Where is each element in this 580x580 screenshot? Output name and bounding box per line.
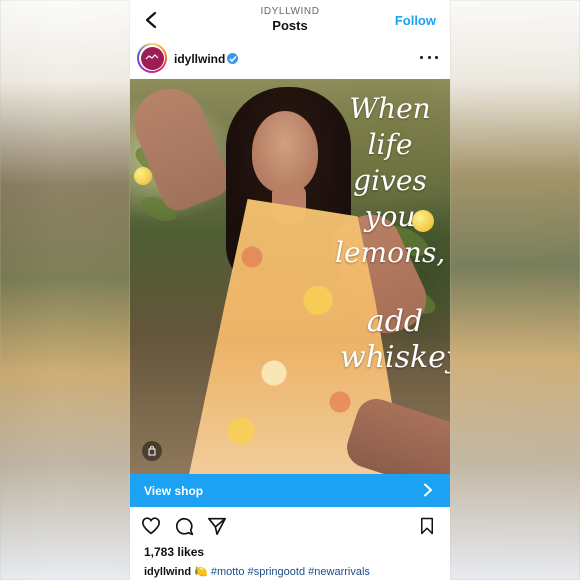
share-icon[interactable]: [206, 515, 228, 537]
back-arrow-icon[interactable]: [140, 9, 162, 31]
post-actions: [130, 513, 450, 541]
overlay-text-bottom: add whiskey.: [340, 304, 450, 375]
overlay-text-top: When life gives you lemons,: [335, 92, 446, 269]
follow-button[interactable]: Follow: [395, 13, 436, 28]
background-left: [0, 0, 130, 580]
hashtag-newarrivals[interactable]: #newarrivals: [308, 566, 370, 578]
model-face: [252, 111, 318, 193]
comment-icon[interactable]: [173, 515, 195, 537]
chevron-right-icon: [420, 482, 436, 498]
hashtag-springootd[interactable]: #springootd: [248, 566, 306, 578]
lemon-decor: [134, 167, 152, 185]
more-options-icon[interactable]: [420, 50, 438, 64]
instagram-post-screen: IDYLLWIND Posts Follow idyllwind When li…: [130, 0, 450, 580]
section-title: Posts: [272, 18, 308, 33]
username[interactable]: idyllwind: [174, 52, 225, 66]
lemon-emoji: 🍋: [194, 566, 208, 578]
bookmark-icon[interactable]: [416, 515, 438, 537]
post-header: idyllwind: [130, 40, 450, 78]
shopping-tag-icon[interactable]: [142, 441, 162, 461]
account-label: IDYLLWIND: [260, 6, 320, 17]
model-arm: [130, 79, 234, 216]
background-right: [450, 0, 580, 580]
heart-icon[interactable]: [140, 515, 162, 537]
likes-count[interactable]: 1,783 likes: [144, 545, 204, 559]
avatar[interactable]: [137, 43, 167, 73]
verified-badge-icon: [227, 53, 238, 64]
top-navigation-bar: IDYLLWIND Posts Follow: [130, 0, 450, 40]
hashtag-motto[interactable]: #motto: [211, 566, 245, 578]
title-block: IDYLLWIND Posts: [190, 6, 390, 34]
post-image[interactable]: When life gives you lemons, add whiskey.: [130, 79, 450, 474]
view-shop-button[interactable]: View shop: [130, 474, 450, 507]
caption-username[interactable]: idyllwind: [144, 566, 191, 578]
post-caption: idyllwind 🍋 #motto #springootd #newarriv…: [144, 565, 370, 578]
view-shop-label: View shop: [144, 484, 204, 498]
avatar-logo: [140, 46, 164, 70]
